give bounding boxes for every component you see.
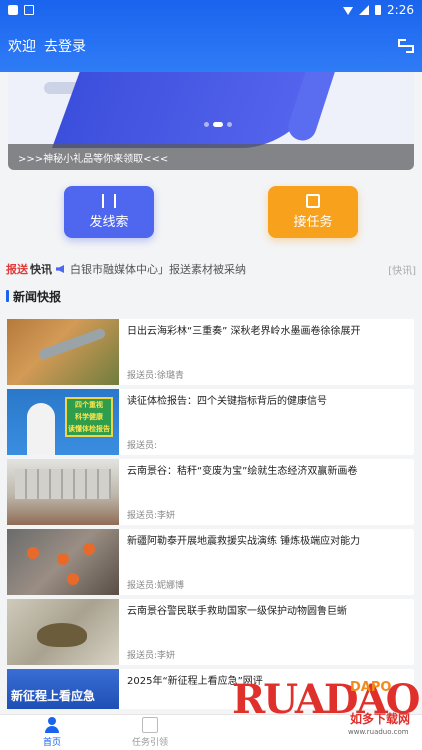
sim-icon — [24, 5, 34, 15]
watermark-cn: 如多下载网 — [350, 712, 411, 726]
submit-clue-button[interactable]: 发线索 — [64, 186, 154, 238]
wifi-icon — [343, 7, 354, 15]
nav-home-label: 首页 — [42, 738, 61, 748]
watermark-small: DAPO — [350, 680, 392, 695]
login-link[interactable]: 去登录 — [44, 36, 86, 56]
banner-caption: >>>神秘小礼品等你来领取<<< — [8, 144, 414, 170]
news-thumbnail — [7, 599, 119, 665]
news-title: 读征体检报告：四个关键指标背后的健康信号 — [127, 396, 327, 407]
promo-banner[interactable]: >>>神秘小礼品等你来领取<<< — [8, 72, 414, 170]
news-thumbnail — [7, 529, 119, 595]
ticker-brand-dark: 快讯 — [30, 263, 52, 276]
battery-icon — [375, 5, 382, 15]
watermark-url: www.ruaduo.com — [348, 728, 409, 736]
thumbnail-text: 新征程上看应急 — [11, 689, 96, 703]
news-thumbnail: 新征程上看应急 — [7, 669, 119, 709]
news-thumbnail — [7, 319, 119, 385]
news-list: 日出云海彩林“三重奏” 深秋老界岭水墨画卷徐徐展开 报送员:徐璐青 四个重视 科… — [7, 319, 414, 713]
ticker-brand-red: 报送 — [6, 263, 28, 276]
news-reporter: 报送员:李妍 — [127, 511, 176, 521]
home-person-icon — [44, 717, 60, 733]
app-header: 2:26 欢迎 去登录 — [0, 0, 422, 72]
news-title: 新疆阿勒泰开展地震救援实战演练 锤炼极端应对能力 — [127, 536, 361, 547]
news-item[interactable]: 日出云海彩林“三重奏” 深秋老界岭水墨画卷徐徐展开 报送员:徐璐青 — [7, 319, 414, 385]
clue-icon — [102, 194, 116, 208]
news-reporter: 报送员:徐璐青 — [127, 371, 185, 381]
header-bar: 欢迎 去登录 — [0, 20, 422, 72]
news-ticker[interactable]: 报送 快讯 白银市融媒体中心」报送素材被采纳 [快讯] — [0, 258, 422, 280]
signal-icon — [359, 5, 370, 15]
section-title-text: 新闻快报 — [13, 289, 62, 304]
nav-home[interactable]: 首页 — [22, 717, 82, 748]
accept-task-button[interactable]: 接任务 — [268, 186, 358, 238]
clipboard-icon — [306, 194, 320, 208]
status-time: 2:26 — [387, 3, 414, 17]
news-thumbnail: 四个重视 科学健康 读懂体检报告 — [7, 389, 119, 455]
scan-icon[interactable] — [398, 39, 414, 53]
news-reporter: 报送员:李妍 — [127, 651, 176, 661]
news-title: 云南景谷警民联手救助国家一级保护动物圆鲁巨蜥 — [127, 606, 347, 617]
accept-task-label: 接任务 — [293, 215, 333, 230]
news-title: 云南景谷：秸秆“变废为宝”绘就生态经济双赢新画卷 — [127, 466, 358, 477]
nav-tasks[interactable]: 任务引领 — [120, 717, 180, 748]
thumbnail-text: 四个重视 — [75, 401, 103, 409]
speaker-icon — [56, 265, 64, 273]
nav-tasks-label: 任务引领 — [131, 738, 168, 748]
task-icon — [142, 717, 158, 733]
news-reporter: 报送员:妮娜博 — [127, 581, 185, 591]
ticker-tag: [快讯] — [388, 265, 416, 277]
ticker-text: 白银市融媒体中心」报送素材被采纳 — [70, 263, 246, 276]
notification-icon — [8, 5, 18, 15]
section-title-bar — [6, 290, 9, 302]
thumbnail-text: 读懂体检报告 — [68, 425, 110, 433]
submit-clue-label: 发线索 — [89, 215, 129, 230]
news-reporter: 报送员: — [127, 441, 158, 451]
news-item[interactable]: 四个重视 科学健康 读懂体检报告 读征体检报告：四个关键指标背后的健康信号 报送… — [7, 389, 414, 455]
welcome-text: 欢迎 — [8, 39, 36, 55]
status-bar: 2:26 — [0, 0, 422, 20]
watermark: RUADAO DAPO 如多下载网 www.ruaduo.com — [232, 676, 420, 746]
thumbnail-text: 科学健康 — [75, 413, 103, 421]
action-buttons: 发线索 接任务 — [0, 186, 422, 240]
news-item[interactable]: 云南景谷：秸秆“变废为宝”绘就生态经济双赢新画卷 报送员:李妍 — [7, 459, 414, 525]
news-item[interactable]: 新疆阿勒泰开展地震救援实战演练 锤炼极端应对能力 报送员:妮娜博 — [7, 529, 414, 595]
news-item[interactable]: 云南景谷警民联手救助国家一级保护动物圆鲁巨蜥 报送员:李妍 — [7, 599, 414, 665]
news-thumbnail — [7, 459, 119, 525]
section-title: 新闻快报 — [6, 288, 61, 304]
carousel-indicator — [204, 122, 232, 127]
news-title: 日出云海彩林“三重奏” 深秋老界岭水墨画卷徐徐展开 — [127, 326, 361, 337]
